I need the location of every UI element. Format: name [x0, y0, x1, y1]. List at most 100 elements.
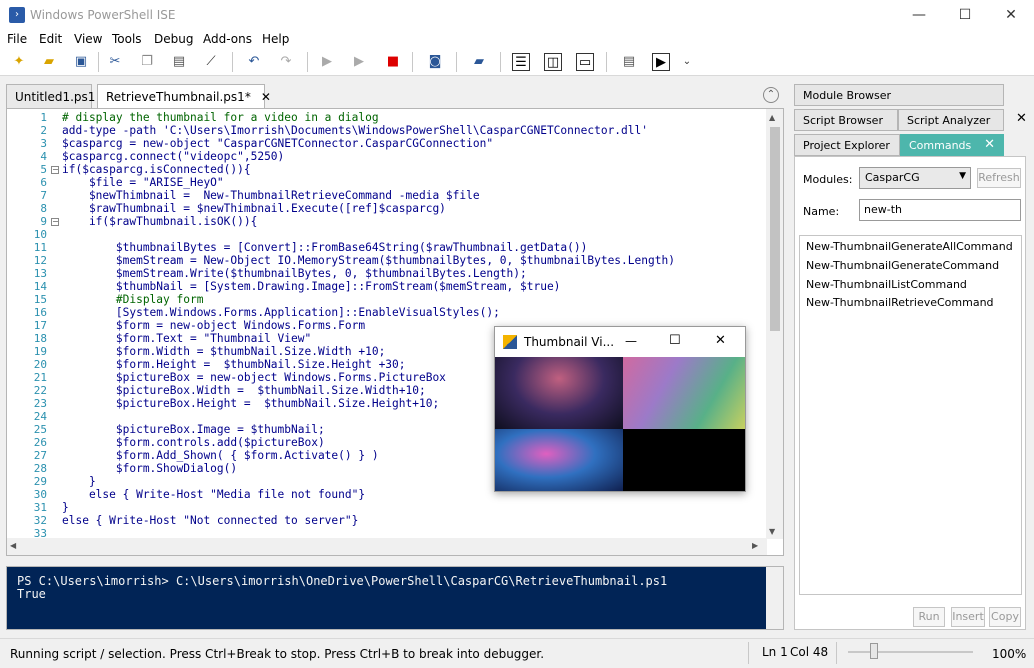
name-filter-input[interactable]: new-th — [859, 199, 1021, 221]
maximize-button[interactable]: ☐ — [942, 0, 988, 30]
code-line: $form.ShowDialog() — [62, 462, 238, 475]
list-item[interactable]: New-ThumbnailGenerateAllCommand — [806, 240, 1013, 253]
line-number: 5 — [40, 163, 47, 176]
tab-script-browser[interactable]: Script Browser — [794, 109, 898, 131]
undo-icon[interactable]: ↶ — [245, 53, 263, 71]
line-number: 26 — [33, 436, 47, 449]
clear-pane-icon[interactable]: ⟋ — [202, 53, 220, 71]
menu-view[interactable]: View — [74, 32, 102, 46]
code-line: $casparcg = new-object "CasparCGNETConne… — [62, 137, 494, 150]
line-number: 2 — [40, 124, 47, 137]
menu-help[interactable]: Help — [262, 32, 289, 46]
list-item[interactable]: New-ThumbnailListCommand — [806, 278, 967, 291]
scroll-up-icon[interactable]: ▲ — [769, 113, 775, 122]
line-number: 18 — [33, 332, 47, 345]
editor-horizontal-scrollbar[interactable]: ◀ ▶ — [7, 538, 767, 555]
show-script-top-icon[interactable]: ☰ — [512, 53, 530, 71]
zoom-slider-track[interactable] — [848, 651, 973, 653]
toolbar-overflow-icon[interactable]: ⌄ — [678, 53, 696, 71]
list-item[interactable]: New-ThumbnailGenerateCommand — [806, 259, 999, 272]
line-number: 25 — [33, 423, 47, 436]
code-line: # display the thumbnail for a video in a… — [62, 111, 379, 124]
show-command-window-icon[interactable]: ▤ — [620, 53, 638, 71]
line-number: 10 — [33, 228, 47, 241]
console-scrollbar[interactable] — [766, 567, 783, 629]
tab-project-explorer[interactable]: Project Explorer — [794, 134, 900, 156]
tab-retrievethumbnail[interactable]: RetrieveThumbnail.ps1* ✕ — [97, 84, 271, 108]
refresh-button[interactable]: Refresh — [977, 168, 1021, 188]
line-number: 31 — [33, 501, 47, 514]
powershell-console-icon[interactable]: ▰ — [470, 53, 488, 71]
open-folder-icon[interactable]: ▰ — [40, 53, 58, 71]
code-line: $pictureBox = new-object Windows.Forms.P… — [62, 371, 446, 384]
status-separator — [836, 642, 837, 664]
line-number: 1 — [40, 111, 47, 124]
scroll-down-icon[interactable]: ▼ — [769, 527, 775, 536]
show-command-addon-icon[interactable]: ▶ — [652, 53, 670, 71]
editor-scroll-thumb[interactable] — [770, 127, 780, 331]
code-line: else { Write-Host "Not connected to serv… — [62, 514, 359, 527]
code-line: if($rawThumbnail.isOK()){ — [62, 215, 258, 228]
menu-addons[interactable]: Add-ons — [203, 32, 252, 46]
code-line: $casparcg.connect("videopc",5250) — [62, 150, 285, 163]
close-panel-icon[interactable]: ✕ — [1016, 111, 1027, 126]
close-button[interactable]: ✕ — [988, 0, 1034, 30]
code-line: $form.controls.add($pictureBox) — [62, 436, 325, 449]
minimize-button[interactable]: — — [896, 0, 942, 30]
title-bar: › Windows PowerShell ISE — ☐ ✕ — [0, 0, 1034, 30]
show-script-right-icon[interactable]: ◫ — [544, 53, 562, 71]
menu-file[interactable]: File — [7, 32, 27, 46]
show-script-maximized-icon[interactable]: ▭ — [576, 53, 594, 71]
menu-debug[interactable]: Debug — [154, 32, 193, 46]
modules-dropdown[interactable]: CasparCG ▼ — [859, 167, 971, 189]
list-item[interactable]: New-ThumbnailRetrieveCommand — [806, 296, 994, 309]
menu-edit[interactable]: Edit — [39, 32, 62, 46]
scroll-right-icon[interactable]: ▶ — [752, 541, 758, 550]
toolbar-separator — [500, 52, 501, 72]
thumbnail-view-window[interactable]: Thumbnail Vi... — ☐ ✕ — [494, 326, 746, 492]
editor-vertical-scrollbar[interactable]: ▲ ▼ — [766, 109, 783, 539]
line-number: 24 — [33, 410, 47, 423]
close-commands-tab-icon[interactable]: ✕ — [984, 137, 995, 152]
column-indicator: Col 48 — [790, 645, 829, 659]
zoom-slider-thumb[interactable] — [870, 643, 878, 659]
code-line: [System.Windows.Forms.Application]::Enab… — [62, 306, 500, 319]
stop-icon[interactable]: ■ — [384, 53, 402, 71]
redo-icon[interactable]: ↷ — [277, 53, 295, 71]
line-number: 32 — [33, 514, 47, 527]
menu-tools[interactable]: Tools — [112, 32, 142, 46]
tab-module-browser[interactable]: Module Browser — [794, 84, 1004, 106]
cut-icon[interactable]: ✂ — [106, 53, 124, 71]
collapse-script-pane-icon[interactable]: ⌃ — [763, 87, 779, 103]
tab-script-analyzer[interactable]: Script Analyzer — [898, 109, 1004, 131]
line-number: 22 — [33, 384, 47, 397]
toolbar-separator — [232, 52, 233, 72]
popup-close-button[interactable]: ✕ — [715, 333, 726, 348]
copy-icon[interactable]: ❐ — [138, 53, 156, 71]
popup-minimize-button[interactable]: — — [625, 334, 637, 348]
paste-icon[interactable]: ▤ — [170, 53, 188, 71]
run-script-icon[interactable]: ▶ — [318, 53, 336, 71]
collapse-region-icon[interactable]: − — [51, 218, 59, 226]
save-icon[interactable]: ▣ — [72, 53, 90, 71]
line-number: 16 — [33, 306, 47, 319]
collapse-region-icon[interactable]: − — [51, 166, 59, 174]
run-selection-icon[interactable]: ▶ — [350, 53, 368, 71]
insert-button[interactable]: Insert — [951, 607, 985, 627]
tab-commands[interactable]: Commands ✕ — [900, 134, 1004, 156]
copy-button[interactable]: Copy — [989, 607, 1021, 627]
scroll-left-icon[interactable]: ◀ — [10, 541, 16, 550]
tab-untitled1[interactable]: Untitled1.ps1 — [6, 84, 95, 108]
code-line: $thumbNail = [System.Drawing.Image]::Fro… — [62, 280, 561, 293]
toolbar-separator — [456, 52, 457, 72]
code-line: $form.Width = $thumbNail.Size.Width +10; — [62, 345, 386, 358]
remote-tab-icon[interactable]: ◙ — [426, 53, 444, 71]
new-file-icon[interactable]: ✦ — [10, 53, 28, 71]
console-command-line: PS C:\Users\imorrish> C:\Users\imorrish\… — [17, 574, 668, 588]
code-line: $form.Add_Shown( { $form.Activate() } ) — [62, 449, 379, 462]
code-line: $memStream.Write($thumbnailBytes, 0, $th… — [62, 267, 527, 280]
console-pane[interactable]: PS C:\Users\imorrish> C:\Users\imorrish\… — [6, 566, 784, 630]
run-button[interactable]: Run — [913, 607, 945, 627]
close-tab-icon[interactable]: ✕ — [261, 90, 271, 104]
popup-maximize-button[interactable]: ☐ — [669, 333, 681, 348]
